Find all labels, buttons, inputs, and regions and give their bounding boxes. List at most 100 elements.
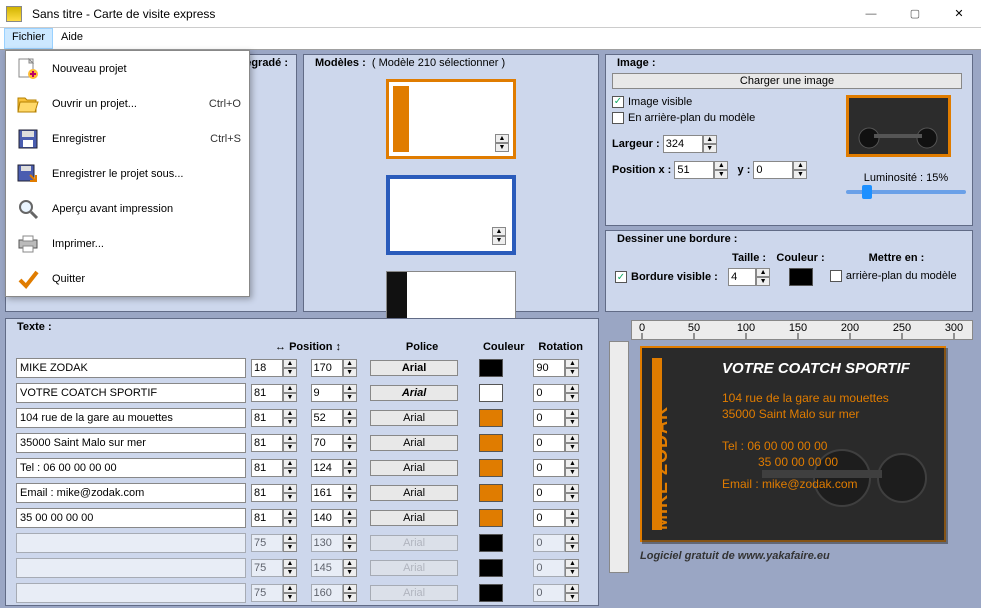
text-y-spinner[interactable]: ▲▼ [311, 409, 357, 427]
text-color-swatch[interactable] [479, 359, 503, 377]
text-y-spinner[interactable]: ▲▼ [311, 484, 357, 502]
preview-addr1: 104 rue de la gare au mouettes [722, 391, 934, 405]
text-rotation-spinner[interactable]: ▲▼ [533, 559, 579, 577]
menu-quit[interactable]: Quitter [6, 261, 249, 296]
template-thumbnail[interactable]: ▲▼ [386, 79, 516, 159]
text-color-swatch[interactable] [479, 484, 503, 502]
panel-title: Dessiner une bordure : [614, 233, 740, 245]
text-y-spinner[interactable]: ▲▼ [311, 509, 357, 527]
text-x-spinner[interactable]: ▲▼ [251, 584, 297, 602]
border-visible-checkbox[interactable]: ✓Bordure visible : [615, 271, 718, 283]
text-line-input[interactable] [16, 383, 246, 403]
font-button[interactable]: Arial [370, 535, 458, 551]
rotation-header: Rotation [532, 340, 589, 354]
text-line-input[interactable] [16, 583, 246, 603]
svg-text:0: 0 [639, 322, 645, 334]
text-rotation-spinner[interactable]: ▲▼ [533, 359, 579, 377]
menu-print-preview[interactable]: Aperçu avant impression [6, 191, 249, 226]
font-button[interactable]: Arial [370, 510, 458, 526]
border-bg-checkbox[interactable]: arrière-plan du modèle [830, 270, 957, 282]
text-rotation-spinner[interactable]: ▲▼ [533, 484, 579, 502]
menu-save-as[interactable]: Enregistrer le projet sous... [6, 156, 249, 191]
text-line-input[interactable] [16, 558, 246, 578]
template-stepper[interactable]: ▲▼ [492, 227, 506, 245]
border-size-spinner[interactable]: ▲▼ [728, 268, 770, 286]
image-posx-spinner[interactable]: ▲▼ [674, 161, 728, 179]
menu-new-project[interactable]: Nouveau projet [6, 51, 249, 86]
text-line-input[interactable] [16, 408, 246, 428]
text-line-input[interactable] [16, 458, 246, 478]
text-rotation-spinner[interactable]: ▲▼ [533, 584, 579, 602]
text-line-input[interactable] [16, 508, 246, 528]
text-color-swatch[interactable] [479, 409, 503, 427]
text-x-spinner[interactable]: ▲▼ [251, 384, 297, 402]
text-x-spinner[interactable]: ▲▼ [251, 559, 297, 577]
text-rotation-spinner[interactable]: ▲▼ [533, 409, 579, 427]
menu-item-label: Imprimer... [52, 238, 241, 250]
font-button[interactable]: Arial [370, 560, 458, 576]
text-color-swatch[interactable] [479, 534, 503, 552]
text-y-spinner[interactable]: ▲▼ [311, 459, 357, 477]
menu-shortcut: Ctrl+S [210, 133, 241, 145]
text-color-swatch[interactable] [479, 559, 503, 577]
menu-save[interactable]: Enregistrer Ctrl+S [6, 121, 249, 156]
border-mode-label: Mettre en : [829, 251, 964, 265]
image-width-spinner[interactable]: ▲▼ [663, 135, 717, 153]
font-button[interactable]: Arial [370, 585, 458, 601]
text-line-input[interactable] [16, 533, 246, 553]
font-button[interactable]: Arial [370, 385, 458, 401]
image-visible-checkbox[interactable]: ✓Image visible [612, 96, 692, 108]
menu-print[interactable]: Imprimer... [6, 226, 249, 261]
text-y-spinner[interactable]: ▲▼ [311, 434, 357, 452]
text-rotation-spinner[interactable]: ▲▼ [533, 384, 579, 402]
svg-text:50: 50 [688, 322, 700, 334]
template-stepper[interactable]: ▲▼ [495, 134, 509, 152]
text-y-spinner[interactable]: ▲▼ [311, 584, 357, 602]
preview-addr2: 35000 Saint Malo sur mer [722, 407, 934, 421]
text-color-swatch[interactable] [479, 459, 503, 477]
menu-help[interactable]: Aide [53, 28, 91, 49]
text-rotation-spinner[interactable]: ▲▼ [533, 509, 579, 527]
menu-file[interactable]: Fichier [4, 28, 53, 49]
text-line-input[interactable] [16, 358, 246, 378]
text-color-swatch[interactable] [479, 584, 503, 602]
font-button[interactable]: Arial [370, 460, 458, 476]
text-x-spinner[interactable]: ▲▼ [251, 359, 297, 377]
menu-open-project[interactable]: Ouvrir un projet... Ctrl+O [6, 86, 249, 121]
text-rotation-spinner[interactable]: ▲▼ [533, 459, 579, 477]
font-button[interactable]: Arial [370, 360, 458, 376]
image-background-checkbox[interactable]: En arrière-plan du modèle [612, 112, 755, 124]
menu-shortcut: Ctrl+O [209, 98, 241, 110]
text-x-spinner[interactable]: ▲▼ [251, 434, 297, 452]
text-x-spinner[interactable]: ▲▼ [251, 409, 297, 427]
text-y-spinner[interactable]: ▲▼ [311, 384, 357, 402]
text-y-spinner[interactable]: ▲▼ [311, 359, 357, 377]
font-button[interactable]: Arial [370, 485, 458, 501]
ruler-horizontal: 050100150200250300 [631, 320, 973, 340]
close-button[interactable]: ✕ [937, 0, 981, 28]
template-thumbnail[interactable]: ▲▼ [386, 175, 516, 255]
load-image-button[interactable]: Charger une image [612, 73, 962, 89]
text-color-swatch[interactable] [479, 509, 503, 527]
text-line-input[interactable] [16, 483, 246, 503]
text-x-spinner[interactable]: ▲▼ [251, 509, 297, 527]
svg-text:200: 200 [841, 322, 859, 334]
maximize-button[interactable]: ▢ [893, 0, 937, 28]
luminosity-slider[interactable] [846, 190, 966, 194]
text-x-spinner[interactable]: ▲▼ [251, 484, 297, 502]
text-color-swatch[interactable] [479, 384, 503, 402]
text-y-spinner[interactable]: ▲▼ [311, 559, 357, 577]
text-color-swatch[interactable] [479, 434, 503, 452]
text-x-spinner[interactable]: ▲▼ [251, 459, 297, 477]
text-rotation-spinner[interactable]: ▲▼ [533, 434, 579, 452]
text-y-spinner[interactable]: ▲▼ [311, 534, 357, 552]
minimize-button[interactable]: — [849, 0, 893, 28]
text-x-spinner[interactable]: ▲▼ [251, 534, 297, 552]
text-rotation-spinner[interactable]: ▲▼ [533, 534, 579, 552]
text-line-input[interactable] [16, 433, 246, 453]
font-header: Police [369, 340, 475, 354]
border-color-swatch[interactable] [789, 268, 813, 286]
font-button[interactable]: Arial [370, 435, 458, 451]
font-button[interactable]: Arial [370, 410, 458, 426]
image-posy-spinner[interactable]: ▲▼ [753, 161, 807, 179]
